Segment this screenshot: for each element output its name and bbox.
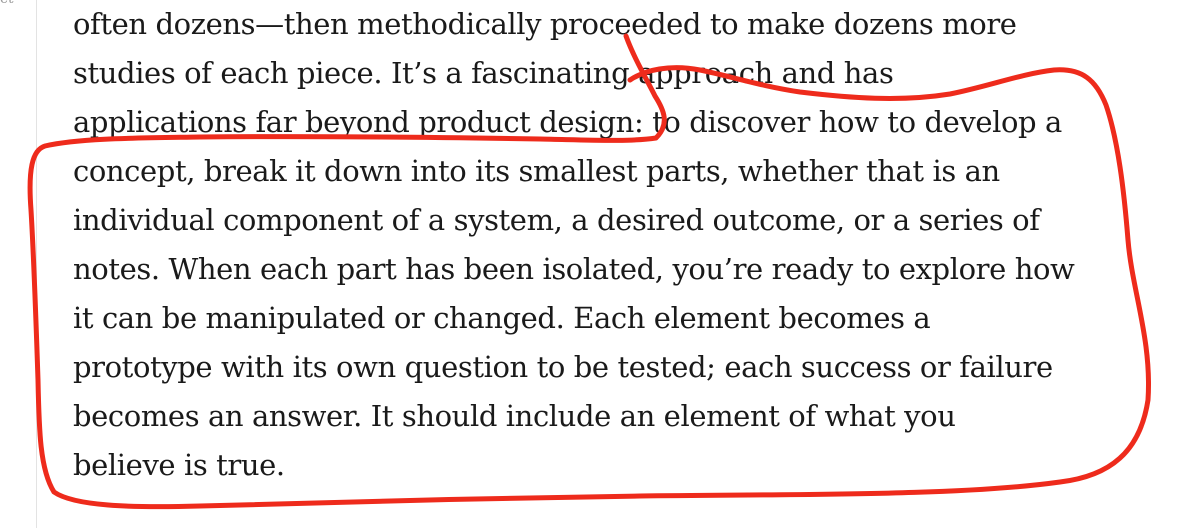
paragraph-line-9: becomes an answer. It should include an … [73, 399, 956, 433]
paragraph-line-7: it can be manipulated or changed. Each e… [73, 301, 931, 335]
paragraph-line-3: applications far beyond product design: … [73, 105, 1062, 139]
paragraph-line-6: notes. When each part has been isolated,… [73, 252, 1075, 286]
paragraph-line-4: concept, break it down into its smallest… [73, 154, 1000, 188]
paragraph-line-1: often dozens—then methodically proceeded… [73, 7, 1017, 41]
margin-divider [36, 0, 37, 528]
cropped-text-fragment: ct [0, 0, 13, 6]
paragraph-line-8: prototype with its own question to be te… [73, 350, 1053, 384]
paragraph-line-10: believe is true. [73, 448, 285, 482]
document-page: ct often dozens—then methodically procee… [0, 0, 1200, 528]
paragraph-line-5: individual component of a system, a desi… [73, 203, 1040, 237]
body-paragraph: often dozens—then methodically proceeded… [73, 0, 1183, 490]
paragraph-line-2: studies of each piece. It’s a fascinatin… [73, 56, 894, 90]
